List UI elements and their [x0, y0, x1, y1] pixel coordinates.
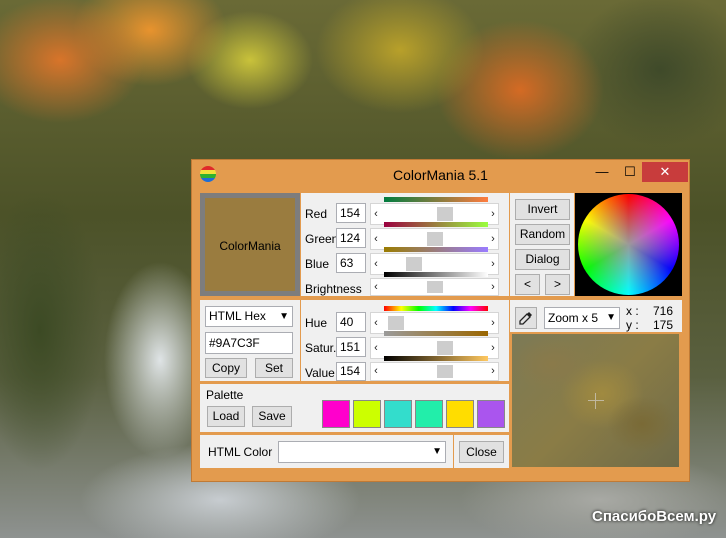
x-coord-label: x : [626, 304, 639, 318]
copy-button[interactable]: Copy [205, 358, 247, 378]
chevron-down-icon: ▼ [279, 311, 289, 322]
green-gradient [384, 222, 488, 227]
red-value-field[interactable]: 154 [336, 203, 366, 223]
hsv-panel: Hue 40 ‹ › Satur. 151 ‹ › Value 154 ‹ › [301, 300, 509, 381]
brightness-slider-left-arrow[interactable]: ‹ [371, 280, 381, 294]
set-button[interactable]: Set [255, 358, 293, 378]
brightness-slider-thumb[interactable] [427, 281, 443, 293]
blue-slider-left-arrow[interactable]: ‹ [371, 255, 381, 273]
blue-value-field[interactable]: 63 [336, 253, 366, 273]
palette-load-button[interactable]: Load [207, 406, 245, 427]
saturation-slider-right-arrow[interactable]: › [488, 339, 498, 357]
zoom-select[interactable]: Zoom x 5 ▼ [544, 307, 620, 329]
watermark: СпасибоВсем.ру [592, 508, 717, 525]
palette-title: Palette [206, 388, 244, 402]
palette-swatch[interactable] [415, 400, 443, 428]
palette-panel: Palette Load Save [200, 384, 509, 432]
hex-value-field[interactable]: #9A7C3F [205, 332, 293, 354]
next-color-button[interactable]: > [545, 274, 570, 295]
palette-swatch[interactable] [477, 400, 505, 428]
eyedropper-icon [519, 312, 532, 325]
format-select[interactable]: HTML Hex ▼ [205, 306, 293, 327]
green-slider-right-arrow[interactable]: › [488, 230, 498, 248]
red-slider-right-arrow[interactable]: › [488, 205, 498, 223]
invert-button[interactable]: Invert [515, 199, 570, 220]
eyedropper-button[interactable] [515, 307, 537, 329]
color-wheel-panel [575, 193, 682, 296]
x-coord-value: 716 [653, 304, 674, 318]
hue-label: Hue [305, 316, 328, 330]
value-gradient [384, 356, 488, 361]
brightness-slider[interactable]: ‹ › [370, 278, 499, 296]
hue-value-field[interactable]: 40 [336, 312, 366, 332]
red-slider-thumb[interactable] [437, 207, 453, 221]
previous-color-button[interactable]: < [515, 274, 540, 295]
value-slider-left-arrow[interactable]: ‹ [371, 364, 381, 379]
blue-slider-thumb[interactable] [406, 257, 422, 271]
colormania-window: ColorMania 5.1 — ☐ ✕ ColorMania Red 154 … [192, 160, 689, 481]
preview-label: ColorMania [219, 239, 281, 253]
close-button[interactable]: Close [459, 441, 504, 463]
value-value-field[interactable]: 154 [336, 362, 366, 381]
saturation-value-field[interactable]: 151 [336, 337, 366, 357]
close-panel: Close [454, 435, 509, 468]
red-slider-left-arrow[interactable]: ‹ [371, 205, 381, 223]
palette-swatch[interactable] [322, 400, 350, 428]
html-color-select[interactable]: ▼ [278, 441, 446, 463]
html-color-label: HTML Color [208, 445, 273, 459]
random-button[interactable]: Random [515, 224, 570, 245]
green-label: Green [305, 232, 339, 246]
format-panel: HTML Hex ▼ #9A7C3F Copy Set [200, 300, 300, 381]
actions-panel: Invert Random Dialog < > [510, 193, 574, 296]
hue-slider-left-arrow[interactable]: ‹ [371, 314, 381, 332]
blue-label: Blue [305, 257, 330, 271]
maximize-button[interactable]: ☐ [616, 162, 644, 182]
red-label: Red [305, 207, 328, 221]
value-slider[interactable]: ‹ › [370, 362, 499, 381]
green-value-field[interactable]: 124 [336, 228, 366, 248]
zoom-preview [512, 334, 679, 467]
close-window-button[interactable]: ✕ [642, 162, 688, 182]
saturation-slider-thumb[interactable] [437, 341, 453, 355]
palette-save-button[interactable]: Save [252, 406, 292, 427]
saturation-slider-left-arrow[interactable]: ‹ [371, 339, 381, 357]
rgb-panel: Red 154 ‹ › Green 124 ‹ › Blue 63 ‹ › Br… [301, 193, 509, 296]
blue-gradient [384, 247, 488, 252]
brightness-label: Brightness [305, 282, 362, 296]
red-gradient [384, 197, 488, 202]
hue-gradient [384, 306, 488, 311]
blue-slider-right-arrow[interactable]: › [488, 255, 498, 273]
dialog-button[interactable]: Dialog [515, 249, 570, 270]
chevron-down-icon: ▼ [432, 446, 442, 457]
format-select-value: HTML Hex [209, 309, 266, 323]
color-wheel[interactable] [578, 194, 679, 295]
value-slider-right-arrow[interactable]: › [488, 364, 498, 379]
y-coord-label: y : [626, 318, 639, 332]
palette-swatch[interactable] [384, 400, 412, 428]
value-label: Value [305, 366, 335, 380]
value-slider-thumb[interactable] [437, 365, 453, 378]
palette-swatch[interactable] [446, 400, 474, 428]
zoom-select-value: Zoom x 5 [548, 311, 599, 325]
title-bar[interactable]: ColorMania 5.1 — ☐ ✕ [192, 160, 689, 188]
green-slider-thumb[interactable] [427, 232, 443, 246]
minimize-button[interactable]: — [588, 162, 616, 182]
preview-panel: ColorMania [200, 193, 300, 296]
zoom-panel: Zoom x 5 ▼ x : 716 y : 175 [510, 300, 682, 332]
palette-swatch[interactable] [353, 400, 381, 428]
zoom-crosshair-horizontal [588, 400, 604, 401]
saturation-label: Satur. [305, 341, 337, 355]
green-slider-left-arrow[interactable]: ‹ [371, 230, 381, 248]
chevron-down-icon: ▼ [606, 312, 616, 323]
brightness-gradient [384, 272, 488, 277]
hue-slider-thumb[interactable] [388, 316, 404, 330]
y-coord-value: 175 [653, 318, 674, 332]
brightness-slider-right-arrow[interactable]: › [488, 280, 498, 294]
html-color-panel: HTML Color ▼ [200, 435, 453, 468]
zoom-crosshair-vertical [595, 393, 596, 409]
saturation-gradient [384, 331, 488, 336]
hue-slider-right-arrow[interactable]: › [488, 314, 498, 332]
